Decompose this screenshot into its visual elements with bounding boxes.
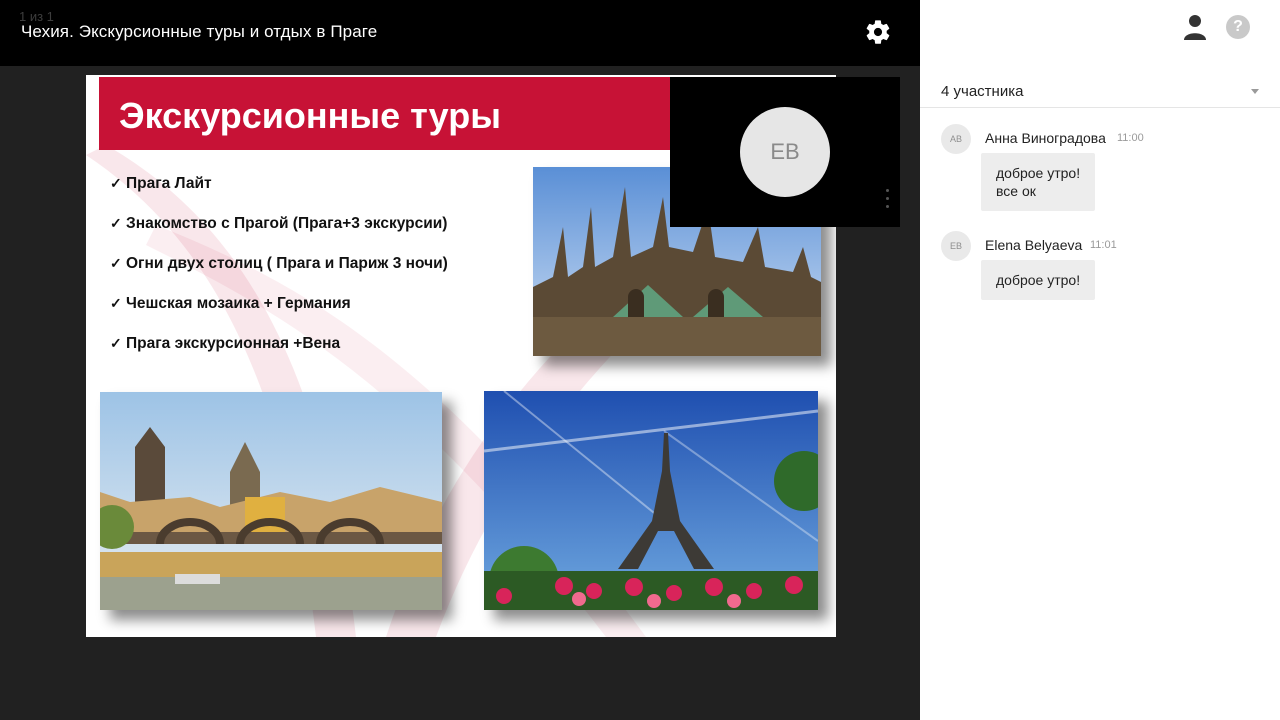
page-title: Чехия. Экскурсионные туры и отдых в Праг… xyxy=(21,22,378,41)
message-author: Elena Belyaeva xyxy=(985,237,1083,253)
prague-bridge-photo xyxy=(100,392,442,610)
check-icon: ✓ xyxy=(110,215,122,231)
message-bubble: доброе утро! xyxy=(981,260,1096,300)
message-bubble: доброе утро! все ок xyxy=(981,153,1096,211)
check-icon: ✓ xyxy=(110,335,122,351)
chat-sidebar: ? 4 участника AB Анна Виноградова 11:00 … xyxy=(920,0,1280,720)
avatar: EB xyxy=(941,231,971,261)
help-icon[interactable]: ? xyxy=(1226,15,1250,39)
check-icon: ✓ xyxy=(110,175,122,191)
slide-title: Экскурсионные туры xyxy=(119,95,501,136)
video-avatar: EB xyxy=(740,107,830,197)
list-item: ✓ Чешская мозаика + Германия xyxy=(110,295,351,312)
more-vertical-icon[interactable] xyxy=(885,189,891,217)
presentation-stage: 1 из 1 Чехия. Экскурсионные туры и отдых… xyxy=(0,0,920,720)
message-author: Анна Виноградова xyxy=(985,130,1106,146)
list-item: ✓ Знакомство с Прагой (Прага+3 экскурсии) xyxy=(110,215,448,232)
avatar: AB xyxy=(941,124,971,154)
eiffel-tower-photo xyxy=(484,391,818,610)
user-icon[interactable] xyxy=(1184,14,1206,40)
chevron-down-icon xyxy=(1251,89,1259,94)
tour-list: ✓ Прага Лайт ✓ Знакомство с Прагой (Прага+… xyxy=(110,175,448,375)
message-time: 11:01 xyxy=(1090,239,1117,251)
list-item: ✓ Прага экскурсионная +Вена xyxy=(110,335,341,352)
gear-icon[interactable] xyxy=(864,18,892,46)
top-bar: 1 из 1 Чехия. Экскурсионные туры и отдых… xyxy=(0,0,920,66)
check-icon: ✓ xyxy=(110,255,122,271)
video-tile[interactable]: EB xyxy=(670,77,900,227)
participants-count: 4 участника xyxy=(941,83,1024,100)
list-item: ✓ Огни двух столиц ( Прага и Париж 3 ночи… xyxy=(110,255,448,272)
message-time: 11:00 xyxy=(1117,132,1144,144)
list-item: ✓ Прага Лайт xyxy=(110,175,212,192)
check-icon: ✓ xyxy=(110,295,122,311)
participants-dropdown[interactable]: 4 участника xyxy=(920,74,1280,108)
